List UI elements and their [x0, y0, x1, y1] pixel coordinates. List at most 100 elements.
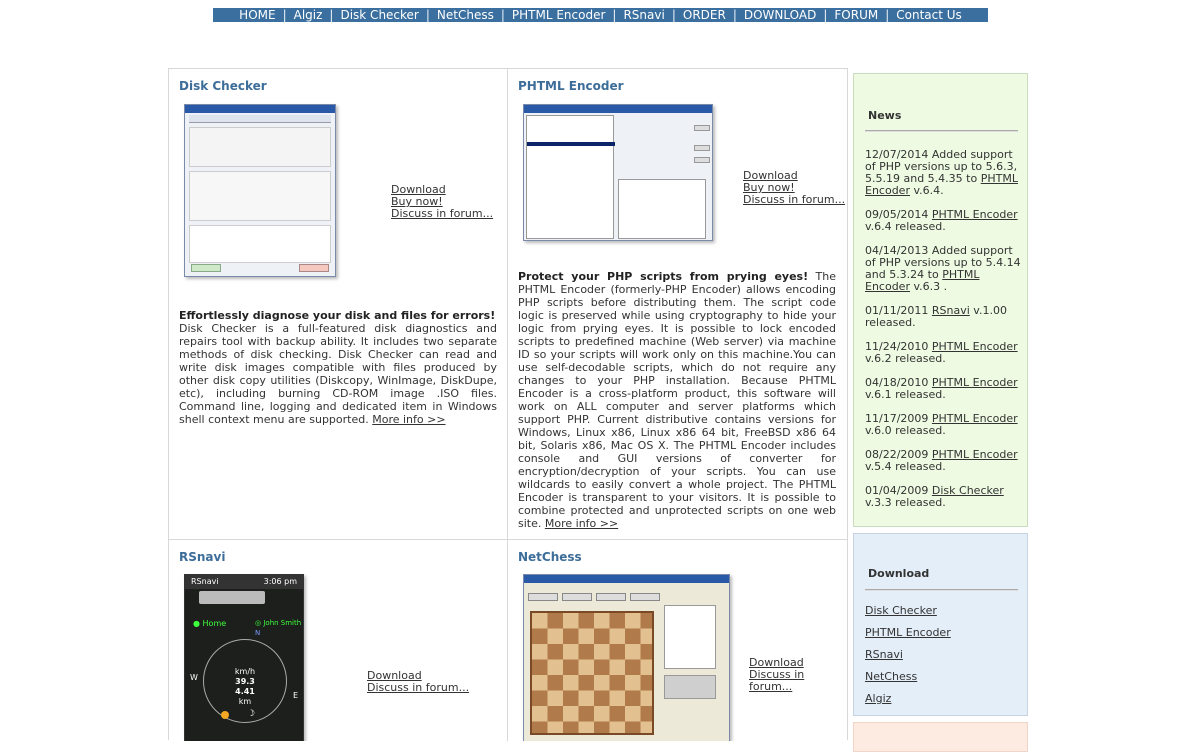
window-titlebar	[185, 105, 335, 113]
product-netchess: NetChess Download Discuss in forum...	[508, 540, 848, 741]
product-disk-checker: Disk Checker Download Buy now! Discuss i…	[169, 69, 508, 540]
product-title: Disk Checker	[179, 79, 267, 93]
screenshot-file-list	[526, 115, 615, 239]
move-list	[664, 605, 716, 669]
product-title: NetChess	[518, 550, 582, 564]
nav-separator: |	[885, 8, 890, 22]
more-info-link[interactable]: More info >>	[372, 413, 445, 426]
product-lead: Effortlessly diagnose your disk and file…	[179, 309, 496, 322]
screenshot-button	[694, 125, 710, 131]
nav-separator: |	[500, 8, 505, 22]
nav-separator: |	[823, 8, 828, 22]
compass-west: W	[190, 673, 198, 682]
top-navigation: HOME | Algiz | Disk Checker | NetChess | PHT…	[213, 8, 988, 22]
news-text: v.3.3 released.	[865, 496, 946, 509]
netchess-screenshot[interactable]	[523, 574, 730, 741]
compass-east: E	[293, 691, 299, 700]
product-title: PHTML Encoder	[518, 79, 624, 93]
product-phtml-encoder: PHTML Encoder Download Buy now! Discuss …	[508, 69, 848, 540]
nav-contact-us[interactable]: Contact Us	[889, 8, 969, 22]
nav-disk-checker[interactable]: Disk Checker	[333, 8, 425, 22]
product-description: Effortlessly diagnose your disk and file…	[179, 309, 497, 426]
phone-home-label: ● Home	[193, 619, 227, 628]
product-body: The PHTML Encoder (formerly-PHP Encoder)…	[518, 270, 837, 530]
nav-separator: |	[671, 8, 676, 22]
product-lead: Protect your PHP scripts from prying eye…	[518, 270, 809, 283]
discuss-forum-link[interactable]: Discuss in forum...	[749, 669, 848, 693]
download-item-netchess[interactable]: NetChess	[865, 671, 951, 683]
nav-netchess[interactable]: NetChess	[430, 8, 501, 22]
screenshot-button	[694, 157, 710, 163]
phone-clock: 3:06 pm	[263, 577, 297, 586]
news-text: v.6.3 .	[909, 280, 948, 293]
download-item-disk-checker[interactable]: Disk Checker	[865, 605, 951, 617]
news-text: v.6.2 released.	[865, 352, 946, 365]
moon-icon: ☽	[247, 709, 256, 719]
product-links: Download Buy now! Discuss in forum...	[743, 170, 845, 206]
sidebar-panel	[853, 722, 1028, 752]
phone-tab-bar	[199, 591, 265, 604]
product-links: Download Discuss in forum...	[367, 670, 469, 694]
screenshot-button	[191, 264, 221, 272]
phone-contact-label: ◎ John Smith	[255, 619, 302, 627]
nav-download[interactable]: DOWNLOAD	[737, 8, 823, 22]
product-title: RSnavi	[179, 550, 226, 564]
news-item: 11/24/2010 PHTML Encoder v.6.2 released.	[865, 341, 1025, 365]
news-item: 08/22/2009 PHTML Encoder v.5.4 released.	[865, 449, 1025, 473]
screenshot-panel	[189, 127, 331, 167]
nav-rsnavi[interactable]: RSnavi	[616, 8, 671, 22]
nav-separator: |	[425, 8, 430, 22]
product-grid: Disk Checker Download Buy now! Discuss i…	[168, 68, 848, 741]
news-item: 09/05/2014 PHTML Encoder v.6.4 released.	[865, 209, 1025, 233]
disk-checker-screenshot[interactable]	[184, 104, 336, 277]
download-item-rsnavi[interactable]: RSnavi	[865, 649, 951, 661]
news-text: v.5.4 released.	[865, 460, 946, 473]
download-panel: Download Disk Checker PHTML Encoder RSna…	[853, 533, 1028, 716]
nav-separator: |	[282, 8, 287, 22]
discuss-forum-link[interactable]: Discuss in forum...	[743, 194, 845, 206]
nav-separator: |	[732, 8, 737, 22]
window-titlebar	[524, 575, 729, 583]
nav-forum[interactable]: FORUM	[827, 8, 885, 22]
product-body: Disk Checker is a full-featured disk dia…	[179, 322, 497, 426]
news-product-link[interactable]: RSnavi	[932, 304, 970, 317]
phone-app-name: RSnavi	[191, 577, 219, 586]
screenshot-log	[618, 179, 706, 239]
nav-phtml-encoder[interactable]: PHTML Encoder	[505, 8, 613, 22]
news-heading: News	[868, 109, 902, 122]
download-heading: Download	[868, 567, 930, 580]
discuss-forum-link[interactable]: Discuss in forum...	[367, 682, 469, 694]
download-item-phtml-encoder[interactable]: PHTML Encoder	[865, 627, 951, 639]
discuss-forum-link[interactable]: Discuss in forum...	[391, 208, 493, 220]
nav-order[interactable]: ORDER	[676, 8, 733, 22]
nav-separator: |	[612, 8, 617, 22]
phtml-encoder-screenshot[interactable]	[523, 104, 713, 241]
tab-strip	[189, 115, 331, 123]
download-list: Disk Checker PHTML Encoder RSnavi NetChe…	[865, 605, 951, 715]
news-item: 01/04/2009 Disk Checker v.3.3 released.	[865, 485, 1025, 509]
news-list: 12/07/2014 Added support of PHP versions…	[865, 149, 1025, 521]
rsnavi-screenshot[interactable]: RSnavi 3:06 pm ● Home ◎ John Smith N W E…	[184, 574, 304, 741]
divider	[865, 130, 1018, 132]
screenshot-button	[630, 593, 660, 601]
news-panel: News 12/07/2014 Added support of PHP ver…	[853, 73, 1028, 527]
news-item: 04/18/2010 PHTML Encoder v.6.1 released.	[865, 377, 1025, 401]
screenshot-button	[694, 145, 710, 151]
news-item: 01/11/2011 RSnavi v.1.00 released.	[865, 305, 1025, 329]
download-item-algiz[interactable]: Algiz	[865, 693, 951, 705]
news-item: 12/07/2014 Added support of PHP versions…	[865, 149, 1025, 197]
screenshot-selection	[527, 142, 615, 146]
captured-pieces	[664, 675, 716, 699]
product-links: Download Discuss in forum...	[749, 657, 848, 693]
nav-home[interactable]: HOME	[232, 8, 282, 22]
news-text: v.6.0 released.	[865, 424, 946, 437]
window-titlebar	[524, 105, 712, 113]
divider	[865, 589, 1018, 591]
phone-titlebar: RSnavi 3:06 pm	[185, 575, 303, 589]
news-text: v.6.4.	[909, 184, 944, 197]
screenshot-button	[528, 593, 558, 601]
speed-readout: km/h 39.3 4.41 km	[234, 667, 256, 706]
nav-algiz[interactable]: Algiz	[287, 8, 330, 22]
more-info-link[interactable]: More info >>	[545, 517, 618, 530]
news-text: v.6.1 released.	[865, 388, 946, 401]
